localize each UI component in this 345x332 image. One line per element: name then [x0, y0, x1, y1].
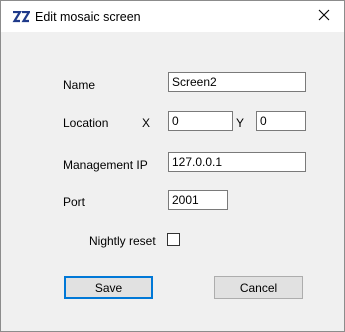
title-bar[interactable]: Edit mosaic screen	[1, 1, 344, 32]
close-button[interactable]	[304, 1, 344, 32]
management-ip-label: Management IP	[63, 158, 148, 172]
location-label: Location	[63, 116, 109, 130]
save-button[interactable]: Save	[64, 276, 153, 299]
mosaic-logo-icon	[12, 10, 31, 23]
edit-mosaic-screen-dialog: Edit mosaic screen Name Location X Y Man…	[0, 0, 345, 332]
close-icon	[318, 9, 330, 24]
name-input[interactable]	[168, 72, 306, 92]
management-ip-input[interactable]	[168, 152, 306, 172]
location-x-label: X	[142, 116, 151, 130]
port-label: Port	[63, 195, 86, 209]
cancel-button[interactable]: Cancel	[214, 276, 303, 299]
name-label: Name	[63, 78, 96, 92]
location-x-input[interactable]	[168, 111, 233, 131]
nightly-reset-label: Nightly reset	[89, 234, 156, 248]
location-y-input[interactable]	[256, 111, 306, 131]
nightly-reset-checkbox[interactable]	[167, 233, 180, 246]
port-input[interactable]	[168, 190, 228, 210]
window-title: Edit mosaic screen	[35, 10, 141, 24]
location-y-label: Y	[236, 116, 245, 130]
